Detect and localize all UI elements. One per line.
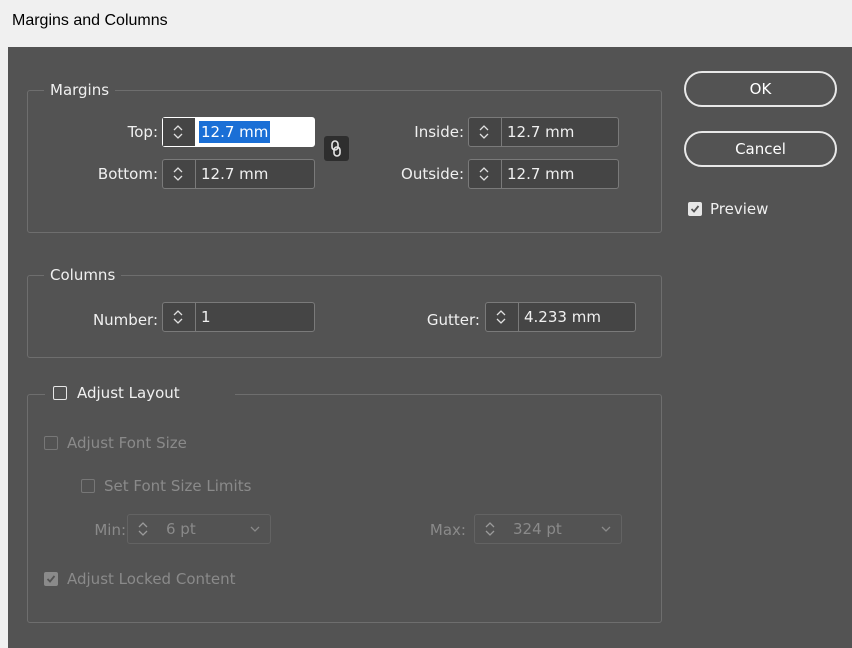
column-number-field[interactable]: 1 [162, 302, 315, 332]
window-titlebar: Margins and Columns [0, 0, 852, 47]
spinner-updown-icon [173, 167, 183, 181]
chevron-down-icon [601, 526, 611, 532]
spinner-updown-icon [479, 167, 489, 181]
checkmark-icon [690, 205, 700, 213]
column-number-value[interactable]: 1 [201, 303, 211, 331]
spinner-updown-icon [173, 125, 183, 139]
adjust-font-size-label: Adjust Font Size [67, 434, 187, 452]
set-font-size-limits-label: Set Font Size Limits [104, 477, 252, 495]
gutter-spinner-arrows[interactable] [486, 303, 519, 331]
link-margins-button[interactable] [324, 136, 349, 161]
outside-spinner-arrows[interactable] [469, 160, 502, 188]
inside-label: Inside: [414, 123, 464, 141]
bottom-margin-field[interactable]: 12.7 mm [162, 159, 315, 189]
inside-margin-field[interactable]: 12.7 mm [468, 117, 619, 147]
spinner-updown-icon [173, 310, 183, 324]
gutter-field[interactable]: 4.233 mm [485, 302, 636, 332]
columns-legend: Columns [44, 265, 122, 285]
cancel-button[interactable]: Cancel [684, 131, 837, 167]
adjust-layout-legend[interactable]: Adjust Layout [45, 382, 235, 404]
window-title: Margins and Columns [12, 12, 168, 29]
top-margin-field[interactable]: 12.7 mm [162, 117, 315, 147]
spinner-updown-icon [496, 310, 506, 324]
adjust-layout-checkbox[interactable] [53, 386, 67, 400]
gutter-value[interactable]: 4.233 mm [524, 303, 601, 331]
number-label: Number: [92, 311, 158, 329]
top-margin-value[interactable]: 12.7 mm [199, 121, 271, 143]
max-spinner-arrows[interactable] [475, 515, 507, 543]
inside-spinner-arrows[interactable] [469, 118, 502, 146]
margins-legend: Margins [44, 80, 116, 100]
checkmark-icon [46, 575, 56, 583]
set-font-size-limits-checkbox[interactable] [81, 479, 95, 493]
spinner-updown-icon [479, 125, 489, 139]
outside-label: Outside: [401, 165, 464, 183]
min-spinner-arrows[interactable] [128, 515, 160, 543]
spinner-updown-icon [138, 522, 148, 536]
max-font-size-field[interactable]: 324 pt [474, 514, 622, 544]
top-spinner-arrows[interactable] [163, 118, 196, 146]
ok-button[interactable]: OK [684, 71, 837, 107]
outside-margin-field[interactable]: 12.7 mm [468, 159, 619, 189]
bottom-label: Bottom: [97, 165, 158, 183]
gutter-label: Gutter: [426, 311, 480, 329]
min-font-size-value[interactable]: 6 pt [166, 515, 196, 543]
max-font-size-value[interactable]: 324 pt [513, 515, 562, 543]
preview-label[interactable]: Preview [710, 199, 768, 219]
top-label: Top: [127, 123, 158, 141]
chevron-down-icon [250, 526, 260, 532]
max-label: Max: [429, 521, 466, 539]
bottom-spinner-arrows[interactable] [163, 160, 196, 188]
adjust-locked-content-label: Adjust Locked Content [67, 570, 236, 588]
adjust-font-size-checkbox[interactable] [44, 436, 58, 450]
preview-checkbox[interactable] [688, 202, 702, 216]
adjust-layout-label[interactable]: Adjust Layout [77, 383, 180, 403]
adjust-locked-content-checkbox[interactable] [44, 572, 58, 586]
min-font-size-field[interactable]: 6 pt [127, 514, 271, 544]
inside-margin-value[interactable]: 12.7 mm [507, 118, 574, 146]
margins-and-columns-dialog: Margins Top: 12.7 mm Bottom: 12.7 mm Ins… [8, 47, 852, 648]
bottom-margin-value[interactable]: 12.7 mm [201, 160, 268, 188]
chain-link-icon [331, 140, 341, 157]
outside-margin-value[interactable]: 12.7 mm [507, 160, 574, 188]
min-label: Min: [94, 521, 126, 539]
number-spinner-arrows[interactable] [163, 303, 196, 331]
spinner-updown-icon [485, 522, 495, 536]
